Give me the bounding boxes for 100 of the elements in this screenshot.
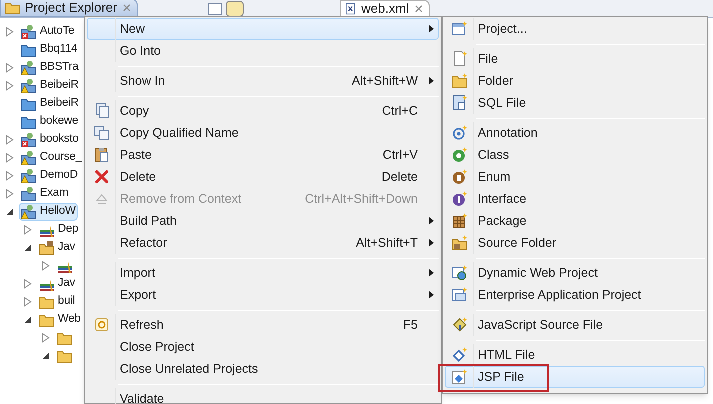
menu-item[interactable]: Close Project: [87, 336, 439, 358]
shortcut-text: Ctrl+V: [382, 146, 418, 164]
menu-item[interactable]: Export: [87, 284, 439, 306]
menu-item[interactable]: Dynamic Web Project: [445, 262, 705, 284]
project-warning-icon: [21, 150, 37, 166]
menu-item[interactable]: Interface: [445, 188, 705, 210]
project-warning-icon: [21, 204, 37, 220]
tab[interactable]: web.xml: [340, 0, 430, 17]
tree-item[interactable]: HelloW: [19, 203, 78, 221]
menu-item[interactable]: Source Folder: [445, 232, 705, 254]
new-enterprise-project-icon: [452, 287, 468, 303]
menu-item[interactable]: Copy Qualified Name: [87, 122, 439, 144]
new-package-icon: [452, 213, 468, 229]
project-error-icon: [21, 24, 37, 40]
project-icon: [21, 186, 37, 202]
new-interface-icon: [452, 191, 468, 207]
new-folder-icon: [452, 73, 468, 89]
menu-item[interactable]: Paste Ctrl+V: [87, 144, 439, 166]
menu-item[interactable]: New: [87, 18, 439, 40]
menu-item[interactable]: Project...: [445, 18, 705, 40]
collapsed-arrow-icon[interactable]: [24, 225, 32, 235]
library-icon: [39, 222, 55, 238]
collapsed-arrow-icon[interactable]: [6, 135, 14, 145]
menu-item[interactable]: Close Unrelated Projects: [87, 358, 439, 380]
menu-item[interactable]: Validate: [87, 388, 439, 404]
expanded-arrow-icon[interactable]: [24, 316, 32, 324]
tree-item[interactable]: DemoD: [19, 167, 80, 185]
close-icon: [121, 2, 134, 14]
tree-item[interactable]: BBSTra: [19, 59, 81, 77]
menu-item[interactable]: Show In Alt+Shift+W: [87, 70, 439, 92]
project-warning-icon: [21, 60, 37, 76]
paste-icon: [94, 147, 110, 163]
new-sql-file-icon: [452, 95, 468, 111]
shortcut-text: F5: [403, 316, 418, 334]
expanded-arrow-icon[interactable]: [24, 244, 32, 252]
new-javascript-file-icon: [452, 317, 468, 333]
tree-item[interactable]: Bbq114: [19, 41, 80, 59]
menu-item[interactable]: Refresh F5: [87, 314, 439, 336]
new-html-file-icon: [452, 347, 468, 363]
tree-item[interactable]: buil: [37, 293, 78, 311]
new-project-icon: [452, 21, 468, 37]
close-icon: [413, 2, 426, 14]
tree-item[interactable]: Course_: [19, 149, 84, 167]
menu-item[interactable]: JavaScript Source File: [445, 314, 705, 336]
collapsed-arrow-icon[interactable]: [6, 153, 14, 163]
new-enum-icon: [452, 169, 468, 185]
collapsed-arrow-icon[interactable]: [6, 81, 14, 91]
menu-item[interactable]: Class: [445, 144, 705, 166]
collapsed-arrow-icon[interactable]: [6, 171, 14, 181]
shortcut-text: Alt+Shift+T: [356, 234, 418, 252]
tree-item[interactable]: AutoTe: [19, 23, 77, 41]
menu-item[interactable]: Enum: [445, 166, 705, 188]
expanded-arrow-icon[interactable]: [6, 208, 14, 216]
copy-icon: [94, 103, 110, 119]
tab[interactable]: Project Explorer: [0, 0, 138, 17]
tree-item[interactable]: Jav: [37, 239, 78, 257]
menu-item[interactable]: Build Path: [87, 210, 439, 232]
tree-item[interactable]: booksto: [19, 131, 81, 149]
new-class-icon: [452, 147, 468, 163]
tree-item[interactable]: bokewe: [19, 113, 80, 131]
menu-item[interactable]: SQL File: [445, 92, 705, 114]
refresh-icon: [94, 317, 110, 333]
shortcut-text: Delete: [382, 168, 418, 186]
menu-item[interactable]: Package: [445, 210, 705, 232]
library-icon: [57, 258, 73, 274]
menu-item[interactable]: Folder: [445, 70, 705, 92]
tree-item[interactable]: Dep: [37, 221, 80, 239]
shortcut-text: Ctrl+Alt+Shift+Down: [305, 190, 418, 208]
collapsed-arrow-icon[interactable]: [42, 261, 50, 271]
menu-item[interactable]: Copy Ctrl+C: [87, 100, 439, 122]
project-error-icon: [21, 132, 37, 148]
new-annotation-icon: [452, 125, 468, 141]
collapsed-arrow-icon[interactable]: [6, 189, 14, 199]
menu-item[interactable]: File: [445, 48, 705, 70]
menu-item[interactable]: Import: [87, 262, 439, 284]
collapsed-arrow-icon[interactable]: [24, 279, 32, 289]
new-file-icon: [452, 51, 468, 67]
menu-item[interactable]: Annotation: [445, 122, 705, 144]
collapsed-arrow-icon[interactable]: [42, 333, 50, 343]
new-jsp-file-icon: [452, 369, 468, 385]
collapsed-arrow-icon[interactable]: [6, 27, 14, 37]
menu-item[interactable]: Delete Delete: [87, 166, 439, 188]
collapsed-arrow-icon[interactable]: [6, 63, 14, 73]
source-folder-icon: [39, 240, 55, 256]
expanded-arrow-icon[interactable]: [42, 352, 50, 360]
tree-item[interactable]: Web: [37, 311, 83, 329]
tree-item[interactable]: BeibeiR: [19, 77, 81, 95]
tree-item[interactable]: Exam: [19, 185, 71, 203]
project-warning-icon: [21, 168, 37, 184]
library-icon: [39, 276, 55, 292]
menu-item[interactable]: Enterprise Application Project: [445, 284, 705, 306]
new-source-folder-icon: [452, 235, 468, 251]
menu-item[interactable]: Refactor Alt+Shift+T: [87, 232, 439, 254]
xml-file-icon: [345, 2, 358, 16]
project-warning-icon: [21, 78, 37, 94]
menu-item[interactable]: Go Into: [87, 40, 439, 62]
tree-item[interactable]: Jav: [37, 275, 78, 293]
tree-item[interactable]: BeibeiR: [19, 95, 81, 113]
collapsed-arrow-icon[interactable]: [24, 297, 32, 307]
shortcut-text: Ctrl+C: [382, 102, 418, 120]
